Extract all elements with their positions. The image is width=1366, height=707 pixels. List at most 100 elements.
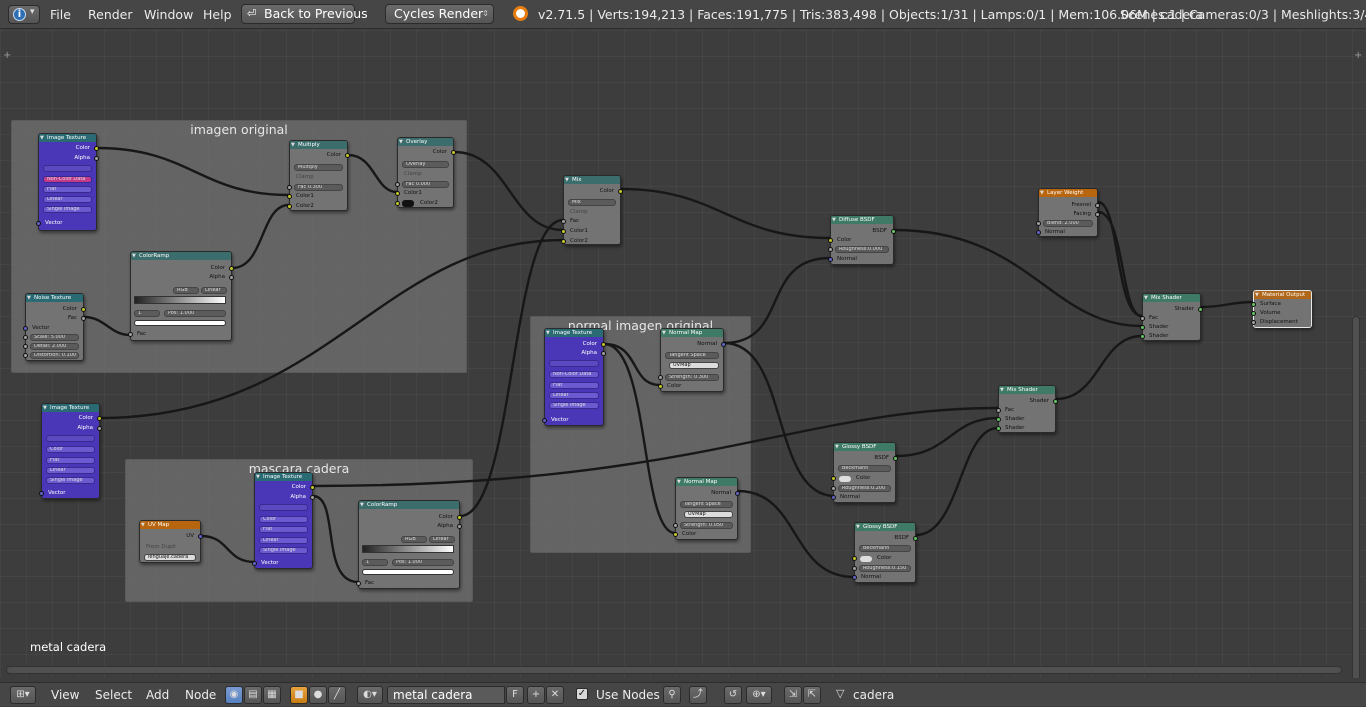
socket[interactable] (601, 342, 606, 347)
projection-select[interactable]: Flat (549, 382, 599, 389)
fac-field[interactable]: Fac 0.000 (402, 181, 449, 188)
line-style-icon[interactable]: ╱ (328, 686, 346, 704)
material-browse-icon[interactable]: ◐▾ (357, 686, 383, 704)
socket[interactable] (457, 524, 462, 529)
socket[interactable] (891, 229, 896, 234)
ramp-color-mode[interactable]: RGB (173, 287, 199, 294)
node-header[interactable]: Image Texture (255, 473, 312, 481)
socket[interactable] (561, 219, 566, 224)
socket[interactable] (561, 229, 566, 234)
socket[interactable] (996, 426, 1001, 431)
socket[interactable] (395, 201, 400, 206)
color-swatch[interactable] (402, 200, 414, 207)
socket[interactable] (310, 495, 315, 500)
socket[interactable] (81, 307, 86, 312)
node-header[interactable]: Overlay (398, 138, 453, 146)
scale-field[interactable]: Scale: 5.000 (30, 334, 79, 341)
socket[interactable] (128, 332, 133, 337)
socket[interactable] (287, 204, 292, 209)
color-ramp-gradient[interactable] (134, 296, 226, 304)
color-swatch[interactable] (860, 556, 872, 562)
socket[interactable] (198, 534, 203, 539)
node-image-texture[interactable]: Image Texture Color Alpha Non-Color Data… (542, 328, 606, 426)
projection-select[interactable]: Flat (43, 186, 92, 193)
projection-select[interactable]: Flat (46, 457, 95, 464)
menu-file[interactable]: File (50, 0, 71, 29)
node-header[interactable]: Mix Shader (1143, 294, 1200, 302)
ramp-stop-color[interactable] (134, 320, 226, 326)
roughness-field[interactable]: Roughness:0.150 (859, 565, 911, 572)
ramp-stop-position[interactable]: Pos: 1.000 (164, 310, 226, 317)
socket[interactable] (229, 266, 234, 271)
socket[interactable] (852, 575, 857, 580)
node-header[interactable]: ColorRamp (359, 501, 459, 509)
interpolation-select[interactable]: Linear (43, 196, 92, 203)
menu-help[interactable]: Help (203, 0, 232, 29)
node-header[interactable]: Normal Map (676, 478, 737, 486)
menu-render[interactable]: Render (88, 0, 133, 29)
strength-field[interactable]: Strength: 0.050 (680, 522, 733, 529)
menu-node[interactable]: Node (185, 683, 216, 707)
copy-nodes-icon[interactable]: ⇲ (784, 686, 802, 704)
socket[interactable] (23, 344, 28, 349)
go-to-parent-icon[interactable]: ⤴ (689, 686, 707, 704)
socket[interactable] (451, 150, 456, 155)
socket[interactable] (831, 486, 836, 491)
ramp-color-mode[interactable]: RGB (401, 536, 427, 543)
node-mix-overlay[interactable]: Overlay Color Overlay Clamp Fac 0.000 Co… (395, 137, 456, 208)
socket[interactable] (618, 189, 623, 194)
node-material-output[interactable]: Material Output Surface Volume Displacem… (1251, 290, 1312, 328)
socket[interactable] (310, 485, 315, 490)
socket[interactable] (23, 326, 28, 331)
interpolation-select[interactable]: Linear (259, 537, 308, 544)
node-header[interactable]: Diffuse BSDF (831, 216, 893, 224)
source-select[interactable]: Single Image (549, 402, 599, 409)
socket[interactable] (1140, 334, 1145, 339)
uv-map-field[interactable]: UVMap (684, 511, 733, 518)
socket[interactable] (673, 532, 678, 537)
socket[interactable] (893, 456, 898, 461)
distribution-select[interactable]: Beckmann (838, 465, 891, 472)
socket[interactable] (996, 408, 1001, 413)
socket[interactable] (97, 426, 102, 431)
image-selector[interactable] (46, 435, 95, 442)
node-header[interactable]: Image Texture (545, 329, 603, 337)
distribution-select[interactable]: Beckmann (859, 545, 911, 552)
fake-user-button[interactable]: F (506, 686, 524, 704)
socket[interactable] (81, 316, 86, 321)
image-selector[interactable] (549, 360, 599, 367)
distortion-field[interactable]: Distortion: 0.100 (30, 352, 79, 359)
use-nodes-checkbox[interactable]: ✓ (576, 688, 588, 700)
socket[interactable] (345, 153, 350, 158)
socket[interactable] (1053, 399, 1058, 404)
color-ramp-gradient[interactable] (362, 545, 454, 553)
socket[interactable] (1036, 230, 1041, 235)
socket[interactable] (831, 495, 836, 500)
vertical-scrollbar[interactable] (1352, 316, 1360, 678)
node-header[interactable]: Normal Map (661, 329, 723, 337)
material-name-field[interactable]: metal cadera (387, 686, 505, 704)
roughness-field[interactable]: Roughness:0.000 (835, 246, 889, 253)
interpolation-select[interactable]: Linear (549, 392, 599, 399)
unlink-material-icon[interactable]: ✕ (546, 686, 564, 704)
horizontal-scrollbar[interactable] (6, 666, 1342, 674)
node-header[interactable]: Mix Shader (999, 386, 1055, 394)
ramp-interpolation[interactable]: Linear (201, 287, 227, 294)
texture-nodes-icon[interactable]: ▦ (263, 686, 281, 704)
uv-map-field[interactable]: UVMap (669, 362, 719, 369)
node-header[interactable]: UV Map (140, 521, 200, 529)
node-header[interactable]: Glossy BSDF (834, 443, 895, 451)
node-header[interactable]: Image Texture (42, 404, 99, 412)
node-header[interactable]: Material Output (1254, 291, 1311, 299)
uv-map-field[interactable]: lenguaje.cadera (144, 554, 196, 561)
ramp-interpolation[interactable]: Linear (429, 536, 455, 543)
node-header[interactable]: Glossy BSDF (855, 523, 915, 531)
color-space-select[interactable]: Non-Color Data (43, 176, 92, 183)
socket[interactable] (1251, 302, 1256, 307)
socket[interactable] (1251, 311, 1256, 316)
socket[interactable] (1140, 316, 1145, 321)
node-mix-shader[interactable]: Mix Shader Shader Fac Shader Shader (1140, 293, 1203, 341)
socket[interactable] (1251, 320, 1256, 325)
image-selector[interactable] (259, 504, 308, 511)
socket[interactable] (457, 515, 462, 520)
